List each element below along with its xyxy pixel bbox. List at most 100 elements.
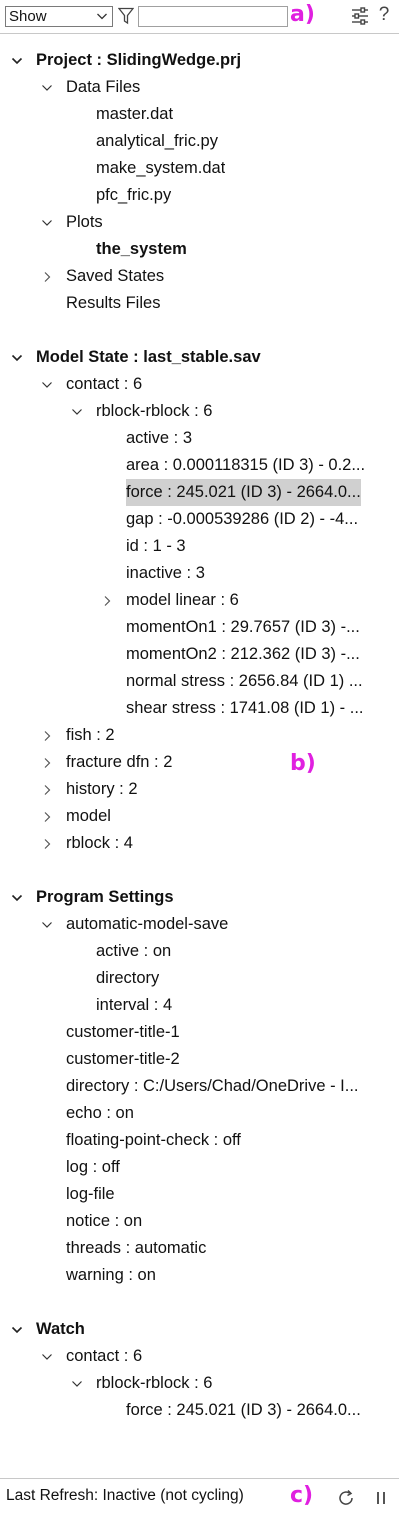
- settings-sliders-icon[interactable]: [350, 6, 370, 26]
- chevron-down-icon[interactable]: [70, 1370, 84, 1397]
- chevron-right-icon[interactable]: [40, 722, 54, 749]
- tree-item[interactable]: rblock : 4: [0, 830, 399, 857]
- tree-item[interactable]: normal stress : 2656.84 (ID 1) ...: [0, 668, 399, 695]
- pause-icon[interactable]: [375, 1491, 387, 1505]
- filter-input[interactable]: [138, 6, 288, 27]
- last-refresh-status: Last Refresh: Inactive (not cycling): [6, 1487, 244, 1504]
- tree-item[interactable]: rblock-rblock : 6: [0, 398, 399, 425]
- tree-item[interactable]: fish : 2: [0, 722, 399, 749]
- chevron-down-icon[interactable]: [10, 1316, 24, 1343]
- chevron-down-icon[interactable]: [10, 47, 24, 74]
- show-dropdown[interactable]: Show: [5, 6, 113, 27]
- tree-item[interactable]: contact : 6: [0, 371, 399, 398]
- tree-item[interactable]: inactive : 3: [0, 560, 399, 587]
- tree-item-label: analytical_fric.py: [96, 132, 218, 150]
- chevron-right-icon[interactable]: [100, 587, 114, 614]
- tree-item[interactable]: active : 3: [0, 425, 399, 452]
- tree-item[interactable]: model linear : 6: [0, 587, 399, 614]
- tree-item[interactable]: Saved States: [0, 263, 399, 290]
- tree-item[interactable]: notice : on: [0, 1208, 399, 1235]
- tree-item[interactable]: area : 0.000118315 (ID 3) - 0.2...: [0, 452, 399, 479]
- tree-item-label: contact : 6: [66, 1347, 143, 1365]
- tree-item[interactable]: master.dat: [0, 101, 399, 128]
- tree-section-header[interactable]: Program Settings: [0, 884, 399, 911]
- toolbar: Show a) ?: [0, 0, 399, 33]
- tree-item-label: model linear : 6: [126, 591, 239, 609]
- chevron-right-icon[interactable]: [40, 776, 54, 803]
- tree-item[interactable]: momentOn2 : 212.362 (ID 3) -...: [0, 641, 399, 668]
- tree-item-label: Project : SlidingWedge.prj: [36, 51, 242, 69]
- tree-item[interactable]: id : 1 - 3: [0, 533, 399, 560]
- tree-view: b) Project : SlidingWedge.prj Data Files m…: [0, 33, 399, 1478]
- tree-section-header[interactable]: Project : SlidingWedge.prj: [0, 47, 399, 74]
- tree-item-label: threads : automatic: [66, 1239, 207, 1257]
- tree-item[interactable]: analytical_fric.py: [0, 128, 399, 155]
- tree-item[interactable]: shear stress : 1741.08 (ID 1) - ...: [0, 695, 399, 722]
- tree-item[interactable]: customer-title-1: [0, 1019, 399, 1046]
- chevron-down-icon[interactable]: [40, 371, 54, 398]
- filter-icon[interactable]: [118, 7, 134, 25]
- tree-item[interactable]: floating-point-check : off: [0, 1127, 399, 1154]
- tree-item[interactable]: automatic-model-save: [0, 911, 399, 938]
- tree-item[interactable]: customer-title-2: [0, 1046, 399, 1073]
- chevron-right-icon[interactable]: [40, 803, 54, 830]
- tree-item[interactable]: echo : on: [0, 1100, 399, 1127]
- tree-item[interactable]: directory : C:/Users/Chad/OneDrive - I..…: [0, 1073, 399, 1100]
- tree-item-label: history : 2: [66, 780, 138, 798]
- tree-section-header[interactable]: Watch: [0, 1316, 399, 1343]
- chevron-right-icon[interactable]: [40, 263, 54, 290]
- chevron-down-icon[interactable]: [40, 911, 54, 938]
- chevron-down-icon[interactable]: [10, 884, 24, 911]
- chevron-down-icon[interactable]: [40, 209, 54, 236]
- tree-item-label: pfc_fric.py: [96, 186, 172, 204]
- tree-item-label: Data Files: [66, 78, 141, 96]
- chevron-right-icon[interactable]: [40, 830, 54, 857]
- tree-section-header[interactable]: Model State : last_stable.sav: [0, 344, 399, 371]
- tree-item-label: rblock-rblock : 6: [96, 402, 213, 420]
- tree-item[interactable]: model: [0, 803, 399, 830]
- help-icon[interactable]: ?: [377, 4, 391, 26]
- chevron-down-icon[interactable]: [40, 1343, 54, 1370]
- status-bar: Last Refresh: Inactive (not cycling) c): [0, 1478, 399, 1514]
- tree-item[interactable]: Results Files: [0, 290, 399, 317]
- tree-item-label: customer-title-2: [66, 1050, 180, 1068]
- tree-item[interactable]: the_system: [0, 236, 399, 263]
- tree-item-label: rblock : 4: [66, 834, 133, 852]
- tree-item-label: Model State : last_stable.sav: [36, 348, 261, 366]
- show-dropdown-value: Show: [9, 8, 47, 25]
- tree-item[interactable]: force : 245.021 (ID 3) - 2664.0...: [0, 479, 399, 506]
- tree-item[interactable]: force : 245.021 (ID 3) - 2664.0...: [0, 1397, 399, 1424]
- tree-item[interactable]: gap : -0.000539286 (ID 2) - -4...: [0, 506, 399, 533]
- chevron-right-icon[interactable]: [40, 749, 54, 776]
- tree-item[interactable]: directory: [0, 965, 399, 992]
- tree-item[interactable]: Plots: [0, 209, 399, 236]
- tree-item-label: Plots: [66, 213, 103, 231]
- tree-item[interactable]: log : off: [0, 1154, 399, 1181]
- refresh-icon[interactable]: [336, 1488, 356, 1508]
- chevron-down-icon[interactable]: [40, 74, 54, 101]
- tree-item-label: floating-point-check : off: [66, 1131, 241, 1149]
- tree-item[interactable]: pfc_fric.py: [0, 182, 399, 209]
- tree-item-label: active : on: [96, 942, 172, 960]
- chevron-down-icon[interactable]: [70, 398, 84, 425]
- tree-item[interactable]: warning : on: [0, 1262, 399, 1289]
- tree-item[interactable]: threads : automatic: [0, 1235, 399, 1262]
- tree-item[interactable]: active : on: [0, 938, 399, 965]
- tree-item-label: momentOn1 : 29.7657 (ID 3) -...: [126, 618, 360, 636]
- annotation-c: c): [290, 1483, 314, 1508]
- tree-item[interactable]: Data Files: [0, 74, 399, 101]
- tree-item[interactable]: log-file: [0, 1181, 399, 1208]
- tree-item[interactable]: contact : 6: [0, 1343, 399, 1370]
- tree-item-label: rblock-rblock : 6: [96, 1374, 213, 1392]
- tree-item-label: master.dat: [96, 105, 174, 123]
- tree-item[interactable]: momentOn1 : 29.7657 (ID 3) -...: [0, 614, 399, 641]
- tree-item-label: Program Settings: [36, 888, 174, 906]
- tree-item[interactable]: fracture dfn : 2: [0, 749, 399, 776]
- chevron-down-icon[interactable]: [10, 344, 24, 371]
- tree-item[interactable]: rblock-rblock : 6: [0, 1370, 399, 1397]
- tree-item[interactable]: history : 2: [0, 776, 399, 803]
- tree-item[interactable]: make_system.dat: [0, 155, 399, 182]
- tree-item-label: force : 245.021 (ID 3) - 2664.0...: [126, 479, 361, 506]
- tree-item[interactable]: interval : 4: [0, 992, 399, 1019]
